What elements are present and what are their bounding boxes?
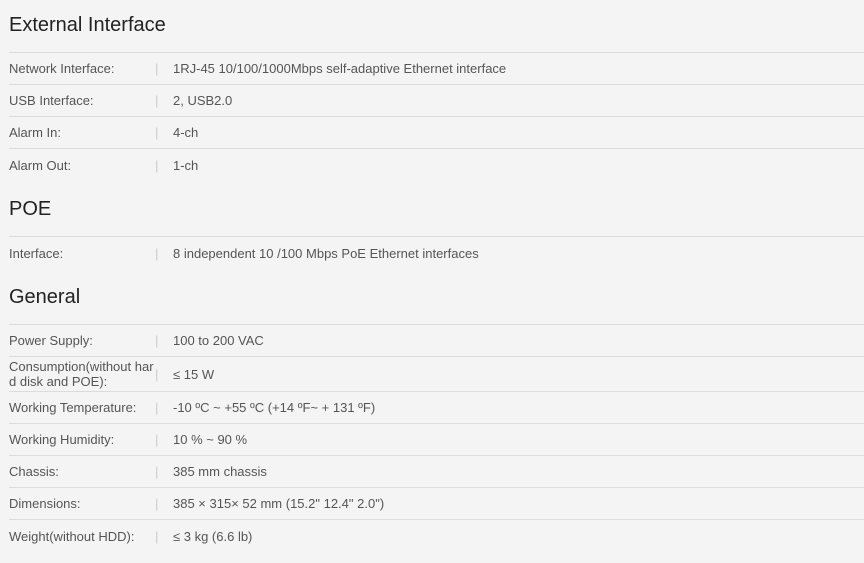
spec-row: Consumption(without hard disk and POE): … xyxy=(9,357,864,392)
spec-row: Working Temperature: | -10 ºC ~ +55 ºC (… xyxy=(9,392,864,424)
spec-value: 10 % ~ 90 % xyxy=(173,432,248,447)
spec-row: Weight(without HDD): | ≤ 3 kg (6.6 lb) xyxy=(9,520,864,552)
spec-sheet: External Interface Network Interface: | … xyxy=(0,0,864,552)
separator: | xyxy=(155,125,159,140)
spec-value: 385 mm chassis xyxy=(173,464,267,479)
separator: | xyxy=(155,245,159,261)
section-title: External Interface xyxy=(9,0,864,53)
separator: | xyxy=(155,432,159,447)
separator: | xyxy=(155,400,159,415)
separator: | xyxy=(155,496,159,511)
spec-value: -10 ºC ~ +55 ºC (+14 ºF~ + 131 ºF) xyxy=(173,400,376,415)
spec-section: POE Interface: | 8 independent 10 /100 M… xyxy=(9,181,864,269)
spec-row: Alarm Out: | 1-ch xyxy=(9,149,864,181)
spec-row: Dimensions: | 385 × 315× 52 mm (15.2" 12… xyxy=(9,488,864,520)
spec-label: Interface: xyxy=(9,245,64,261)
spec-value: ≤ 3 kg (6.6 lb) xyxy=(173,528,253,544)
separator: | xyxy=(155,333,159,348)
separator: | xyxy=(155,528,159,544)
spec-label: Working Temperature: xyxy=(9,400,137,415)
spec-section: External Interface Network Interface: | … xyxy=(9,0,864,181)
spec-row: Working Humidity: | 10 % ~ 90 % xyxy=(9,424,864,456)
spec-row: USB Interface: | 2, USB2.0 xyxy=(9,85,864,117)
spec-label: Dimensions: xyxy=(9,496,81,511)
separator: | xyxy=(155,157,159,173)
spec-value: 2, USB2.0 xyxy=(173,93,233,108)
spec-value: 1-ch xyxy=(173,157,199,173)
spec-label: Working Humidity: xyxy=(9,432,115,447)
separator: | xyxy=(155,464,159,479)
spec-row: Interface: | 8 independent 10 /100 Mbps … xyxy=(9,237,864,269)
spec-label: Network Interface: xyxy=(9,61,115,76)
section-title: General xyxy=(9,269,864,325)
separator: | xyxy=(155,93,159,108)
separator: | xyxy=(155,61,159,76)
spec-label: Consumption(without hard disk and POE): xyxy=(9,359,154,389)
spec-label: Alarm Out: xyxy=(9,157,72,173)
spec-row: Power Supply: | 100 to 200 VAC xyxy=(9,325,864,357)
spec-label: Power Supply: xyxy=(9,333,93,348)
spec-section: General Power Supply: | 100 to 200 VAC C… xyxy=(9,269,864,552)
spec-label: Weight(without HDD): xyxy=(9,528,135,544)
spec-label: Alarm In: xyxy=(9,125,62,140)
spec-value: 4-ch xyxy=(173,125,199,140)
spec-row: Alarm In: | 4-ch xyxy=(9,117,864,149)
spec-value: 1RJ-45 10/100/1000Mbps self-adaptive Eth… xyxy=(173,61,507,76)
spec-label: USB Interface: xyxy=(9,93,94,108)
section-title: POE xyxy=(9,181,864,237)
spec-value: ≤ 15 W xyxy=(173,366,215,382)
spec-value: 8 independent 10 /100 Mbps PoE Ethernet … xyxy=(173,245,479,261)
spec-row: Chassis: | 385 mm chassis xyxy=(9,456,864,488)
separator: | xyxy=(155,366,159,382)
spec-label: Chassis: xyxy=(9,464,59,479)
spec-value: 385 × 315× 52 mm (15.2" 12.4" 2.0") xyxy=(173,496,385,511)
spec-row: Network Interface: | 1RJ-45 10/100/1000M… xyxy=(9,53,864,85)
spec-value: 100 to 200 VAC xyxy=(173,333,264,348)
